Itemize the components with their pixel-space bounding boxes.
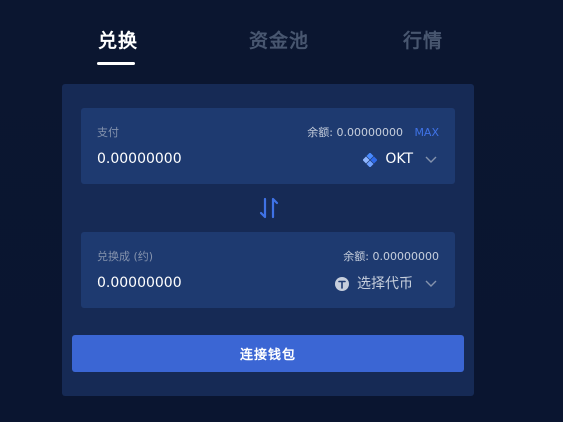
pay-label: 支付	[97, 126, 119, 139]
top-tabs: 兑换 资金池 行情	[0, 22, 563, 70]
receive-balance: 余额: 0.00000000	[343, 248, 439, 264]
receive-balance-label: 余额:	[343, 250, 370, 263]
pay-balance: 余额: 0.00000000 MAX	[307, 124, 439, 140]
active-tab-underline	[97, 62, 135, 65]
receive-token-select[interactable]: 选择代币	[335, 272, 439, 294]
pay-token-name: OKT	[385, 151, 413, 167]
connect-wallet-button[interactable]: 连接钱包	[72, 335, 464, 372]
pay-balance-value: 0.00000000	[336, 126, 403, 139]
pay-card: 支付 余额: 0.00000000 MAX OKT	[81, 108, 455, 184]
tab-liquidity-pool[interactable]: 资金池	[249, 26, 309, 53]
chevron-down-icon	[423, 275, 439, 291]
max-button[interactable]: MAX	[414, 126, 439, 139]
receive-label: 兑换成 (约)	[97, 250, 154, 263]
swap-panel: 支付 余额: 0.00000000 MAX OKT	[62, 84, 474, 396]
pay-amount-input[interactable]	[97, 148, 277, 170]
pay-balance-label: 余额:	[307, 126, 333, 139]
tab-swap[interactable]: 兑换	[98, 26, 138, 53]
token-placeholder-icon	[335, 276, 349, 291]
pay-token-select[interactable]: OKT	[362, 148, 439, 170]
receive-amount-input[interactable]	[97, 272, 277, 294]
receive-card: 兑换成 (约) 余额: 0.00000000 选择代币	[81, 232, 455, 308]
swap-direction-icon[interactable]	[258, 195, 280, 221]
tab-market[interactable]: 行情	[403, 26, 443, 53]
receive-balance-value: 0.00000000	[372, 250, 439, 263]
chevron-down-icon	[423, 151, 439, 167]
receive-token-name: 选择代币	[357, 276, 413, 292]
swap-page: 兑换 资金池 行情 支付 余额: 0.00000000 MAX 0.000000…	[0, 0, 563, 422]
okt-token-icon	[362, 152, 378, 168]
